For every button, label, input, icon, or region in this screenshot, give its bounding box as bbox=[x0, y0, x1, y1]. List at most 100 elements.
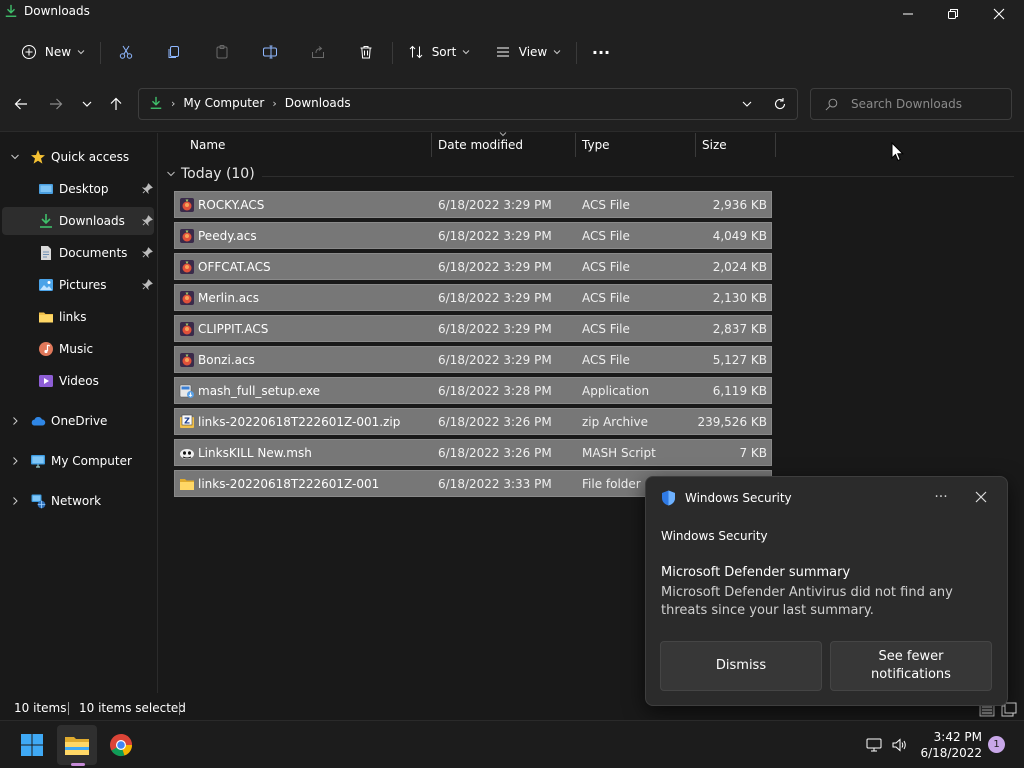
system-clock[interactable]: 3:42 PM 6/18/2022 bbox=[918, 729, 982, 761]
paste-button[interactable] bbox=[210, 38, 234, 66]
maximize-button[interactable] bbox=[930, 0, 976, 28]
file-size: 4,049 KB bbox=[712, 229, 767, 243]
address-bar[interactable]: › My Computer › Downloads bbox=[138, 88, 798, 120]
sidebar-item-links[interactable]: links bbox=[2, 303, 154, 331]
back-button[interactable] bbox=[10, 94, 32, 114]
file-type: ACS File bbox=[582, 353, 630, 367]
sidebar-item-downloads[interactable]: Downloads bbox=[2, 207, 154, 235]
file-row[interactable]: Merlin.acs 6/18/2022 3:29 PM ACS File 2,… bbox=[174, 284, 772, 311]
file-type: MASH Script bbox=[582, 446, 656, 460]
file-row[interactable]: LinksKILL New.msh 6/18/2022 3:26 PM MASH… bbox=[174, 439, 772, 466]
sidebar-item-desktop[interactable]: Desktop bbox=[2, 175, 154, 203]
computer-icon bbox=[31, 455, 45, 468]
close-button[interactable] bbox=[976, 0, 1022, 28]
file-name: ROCKY.ACS bbox=[198, 198, 265, 212]
sidebar-item-my-computer[interactable]: My Computer bbox=[2, 447, 154, 475]
copy-button[interactable] bbox=[162, 38, 186, 66]
volume-icon[interactable] bbox=[891, 737, 907, 753]
status-divider bbox=[179, 702, 180, 715]
up-button[interactable] bbox=[105, 94, 127, 114]
address-dropdown-icon[interactable] bbox=[741, 98, 753, 110]
sidebar-item-videos[interactable]: Videos bbox=[2, 367, 154, 395]
downloads-icon bbox=[40, 214, 52, 228]
search-box[interactable] bbox=[810, 88, 1012, 120]
installer-icon bbox=[179, 384, 194, 398]
group-header-today[interactable]: Today (10) bbox=[166, 166, 255, 182]
recent-locations-button[interactable] bbox=[76, 94, 98, 114]
mash-script-icon bbox=[180, 449, 194, 459]
group-divider bbox=[262, 176, 1014, 177]
file-row[interactable]: Peedy.acs 6/18/2022 3:29 PM ACS File 4,0… bbox=[174, 222, 772, 249]
sort-button[interactable]: Sort bbox=[406, 38, 472, 66]
column-header-size[interactable]: Size bbox=[702, 138, 727, 152]
sidebar-item-quick-access[interactable]: Quick access bbox=[2, 143, 154, 171]
file-row[interactable]: OFFCAT.ACS 6/18/2022 3:29 PM ACS File 2,… bbox=[174, 253, 772, 280]
sort-label: Sort bbox=[431, 45, 457, 59]
acs-file-icon bbox=[180, 260, 194, 274]
file-type: zip Archive bbox=[582, 415, 648, 429]
forward-button[interactable] bbox=[45, 94, 67, 114]
column-header-name[interactable]: Name bbox=[190, 138, 225, 152]
selection-count: 10 items selected bbox=[79, 701, 186, 715]
file-date: 6/18/2022 3:29 PM bbox=[438, 260, 552, 274]
view-button[interactable]: View bbox=[494, 38, 562, 66]
start-button[interactable] bbox=[12, 725, 52, 765]
rename-button[interactable] bbox=[258, 38, 282, 66]
videos-icon bbox=[39, 375, 53, 387]
svg-text:Z: Z bbox=[184, 417, 190, 426]
sidebar-item-documents[interactable]: Documents bbox=[2, 239, 154, 267]
file-row[interactable]: Z links-20220618T222601Z-001.zip 6/18/20… bbox=[174, 408, 772, 435]
share-button[interactable] bbox=[306, 38, 330, 66]
minimize-button[interactable] bbox=[885, 0, 931, 28]
file-explorer-taskbar-button[interactable] bbox=[57, 725, 97, 765]
navigation-pane: Quick access Desktop Downloads Documents… bbox=[0, 133, 158, 693]
column-divider[interactable] bbox=[431, 133, 432, 157]
column-divider[interactable] bbox=[775, 133, 776, 157]
arrow-left-icon bbox=[14, 98, 27, 110]
file-date: 6/18/2022 3:28 PM bbox=[438, 384, 552, 398]
share-icon bbox=[312, 46, 324, 58]
see-fewer-notifications-button[interactable]: See fewer notifications bbox=[830, 641, 992, 691]
file-row[interactable]: ROCKY.ACS 6/18/2022 3:29 PM ACS File 2,9… bbox=[174, 191, 772, 218]
file-explorer-icon bbox=[65, 737, 89, 755]
notification-badge[interactable]: 1 bbox=[988, 736, 1005, 753]
column-divider[interactable] bbox=[575, 133, 576, 157]
cut-button[interactable] bbox=[114, 38, 138, 66]
folder-icon bbox=[180, 479, 194, 490]
pin-icon bbox=[142, 183, 153, 194]
copy-icon bbox=[168, 46, 179, 58]
network-status-icon[interactable] bbox=[866, 737, 882, 753]
notification-more-button[interactable]: ··· bbox=[932, 489, 950, 505]
search-input[interactable] bbox=[851, 95, 1001, 113]
sidebar-item-label: Quick access bbox=[51, 150, 130, 164]
column-header-type[interactable]: Type bbox=[582, 138, 610, 152]
file-row[interactable]: CLIPPIT.ACS 6/18/2022 3:29 PM ACS File 2… bbox=[174, 315, 772, 342]
dismiss-button[interactable]: Dismiss bbox=[660, 641, 822, 691]
sidebar-item-music[interactable]: Music bbox=[2, 335, 154, 363]
file-row[interactable]: mash_full_setup.exe 6/18/2022 3:28 PM Ap… bbox=[174, 377, 772, 404]
pin-icon bbox=[142, 215, 153, 226]
sidebar-item-label: OneDrive bbox=[51, 414, 108, 428]
column-divider[interactable] bbox=[695, 133, 696, 157]
file-row[interactable]: Bonzi.acs 6/18/2022 3:29 PM ACS File 5,1… bbox=[174, 346, 772, 373]
search-icon bbox=[825, 98, 838, 111]
breadcrumb-my-computer[interactable]: My Computer bbox=[183, 96, 264, 110]
close-icon[interactable] bbox=[974, 490, 988, 504]
breadcrumb-downloads[interactable]: Downloads bbox=[285, 96, 351, 110]
sidebar-item-network[interactable]: Network bbox=[2, 487, 154, 515]
new-button[interactable]: New bbox=[18, 38, 88, 66]
more-options-button[interactable]: ··· bbox=[588, 38, 614, 66]
breadcrumb-separator: › bbox=[171, 96, 176, 110]
delete-button[interactable] bbox=[354, 38, 378, 66]
desktop-icon bbox=[39, 184, 53, 194]
sidebar-item-onedrive[interactable]: OneDrive bbox=[2, 407, 154, 435]
column-header-date-modified[interactable]: Date modified bbox=[438, 138, 523, 152]
sidebar-item-label: Desktop bbox=[59, 182, 109, 196]
sidebar-item-pictures[interactable]: Pictures bbox=[2, 271, 154, 299]
active-app-indicator bbox=[71, 763, 85, 766]
clock-time: 3:42 PM bbox=[933, 730, 982, 744]
chrome-taskbar-button[interactable] bbox=[101, 725, 141, 765]
refresh-icon[interactable] bbox=[773, 97, 787, 111]
plus-circle-icon bbox=[21, 45, 36, 59]
chevron-down-icon bbox=[11, 154, 19, 160]
